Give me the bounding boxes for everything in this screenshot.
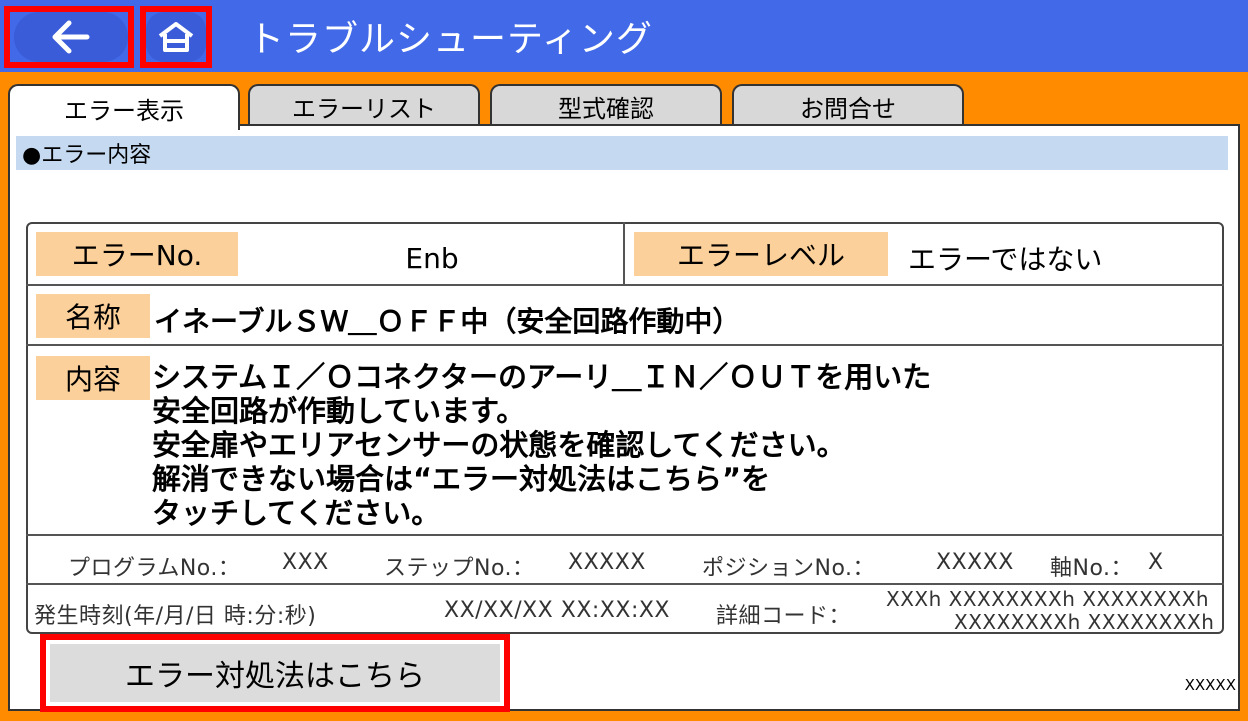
step-no-label: ステップNo.： [384, 556, 535, 581]
detail-code-line2: XXXXXXXXh XXXXXXXXh [954, 610, 1215, 634]
content-line: システムＩ／Ｏコネクターのアーリ＿ＩＮ／ＯＵＴを用いた [152, 360, 932, 394]
content-text: システムＩ／Ｏコネクターのアーリ＿ＩＮ／ＯＵＴを用いた 安全回路が作動しています… [152, 360, 931, 530]
page-title: トラブルシューティング [248, 19, 653, 60]
divider [26, 284, 1224, 286]
error-no-label: エラーNo. [36, 232, 238, 276]
error-level-label: エラーレベル [634, 232, 888, 276]
version-label: XXXXX [1184, 676, 1236, 694]
detail-code-line1: XXXh XXXXXXXXh XXXXXXXXh [886, 587, 1210, 611]
divider [26, 344, 1224, 346]
solution-button-highlight [40, 634, 510, 712]
content-line: 安全扉やエリアセンサーの状態を確認してください。 [152, 428, 846, 462]
name-value: イネーブルＳＷ＿ＯＦＦ中（安全回路作動中） [154, 305, 741, 338]
back-button-highlight [4, 6, 134, 68]
axis-no-value: X [1148, 550, 1164, 575]
step-no-value: XXXXX [568, 550, 646, 575]
program-no-value: XXX [282, 550, 329, 575]
content-line: 安全回路が作動しています。 [152, 394, 526, 428]
name-label: 名称 [36, 294, 150, 338]
axis-no-label: 軸No.： [1050, 556, 1134, 581]
content-line: 解消できない場合は“エラー対処法はこちら”を [152, 462, 771, 496]
occurrence-time-label: 発生時刻(年/月/日 時:分:秒) [34, 604, 317, 629]
position-no-label: ポジションNo.： [702, 556, 876, 581]
tab-contact[interactable]: お問合せ [732, 84, 964, 126]
tab-error-list[interactable]: エラーリスト [248, 84, 480, 126]
position-no-value: XXXXX [936, 550, 1014, 575]
content-line: タッチしてください。 [152, 496, 441, 530]
error-no-value: Enb [405, 241, 459, 275]
divider [26, 583, 1224, 585]
tab-error-display[interactable]: エラー表示 [8, 84, 240, 130]
home-button-highlight [140, 6, 212, 68]
error-level-value: エラーではない [908, 243, 1103, 276]
program-no-label: プログラムNo.： [68, 556, 241, 581]
section-title: ●エラー内容 [16, 136, 1228, 170]
content-label: 内容 [36, 356, 150, 400]
tab-model-check[interactable]: 型式確認 [490, 84, 722, 126]
occurrence-time-value: XX/XX/XX XX:XX:XX [444, 598, 670, 623]
divider [26, 534, 1224, 536]
detail-code-label: 詳細コード： [716, 604, 852, 629]
divider [623, 222, 625, 284]
